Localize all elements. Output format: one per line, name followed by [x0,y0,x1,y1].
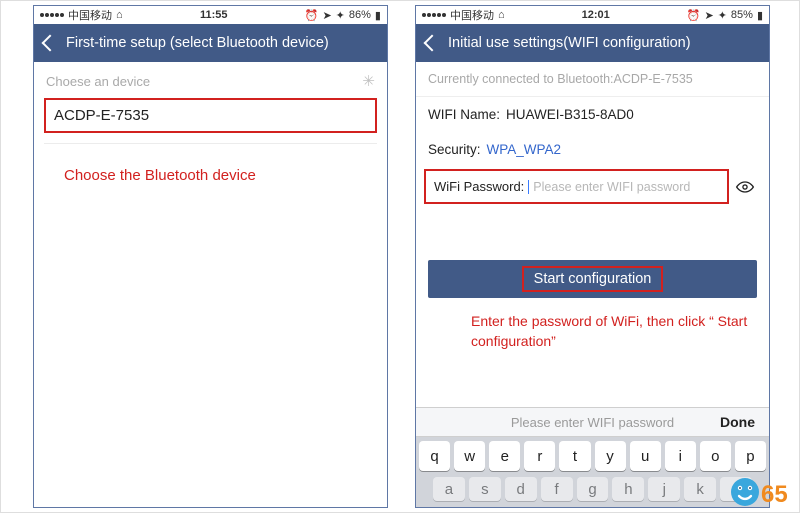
bluetooth-icon: ✦ [336,9,345,22]
key-j[interactable]: j [648,477,680,501]
status-bar: 中国移动 ⌂ 11:55 ⏰ ➤ ✦ 86% ▮ [34,6,387,24]
alarm-icon: ⏰ [687,9,701,22]
key-p[interactable]: p [735,441,766,471]
wifi-password-label: WiFi Password: [434,179,524,194]
page-title: First-time setup (select Bluetooth devic… [66,35,379,51]
key-s[interactable]: s [469,477,501,501]
carrier-label: 中国移动 [450,7,494,23]
clock: 12:01 [582,9,610,21]
header-bar: Initial use settings(WIFI configuration) [416,24,769,62]
start-configuration-label: Start configuration [522,266,664,292]
key-g[interactable]: g [577,477,609,501]
keyboard-placeholder: Please enter WIFI password [511,415,674,430]
security-value[interactable]: WPA_WPA2 [487,142,562,157]
keyboard: Please enter WIFI password Done q w e r … [416,407,769,507]
key-e[interactable]: e [489,441,520,471]
battery-label: 85% [731,9,753,21]
key-q[interactable]: q [419,441,450,471]
signal-icon [40,13,64,17]
annotation-caption: Enter the password of WiFi, then click “… [471,312,755,351]
phone-right: 中国移动 ⌂ 12:01 ⏰ ➤ ✦ 85% ▮ Initial use set… [415,5,770,508]
keyboard-row-2: a s d f g h j k l [419,477,766,501]
key-w[interactable]: w [454,441,485,471]
header-bar: First-time setup (select Bluetooth devic… [34,24,387,62]
device-item[interactable]: ACDP-E-7535 [44,98,377,133]
wifi-icon: ⌂ [116,9,123,21]
location-icon: ➤ [322,9,331,22]
signal-icon [422,13,446,17]
security-row: Security: WPA_WPA2 [416,132,769,167]
key-u[interactable]: u [630,441,661,471]
choose-device-label: Choese an device ✳ [34,62,387,98]
battery-label: 86% [349,9,371,21]
key-i[interactable]: i [665,441,696,471]
key-t[interactable]: t [559,441,590,471]
carrier-label: 中国移动 [68,7,112,23]
key-h[interactable]: h [612,477,644,501]
phone-left: 中国移动 ⌂ 11:55 ⏰ ➤ ✦ 86% ▮ First-time setu… [33,5,388,508]
back-icon[interactable] [424,35,441,52]
keyboard-done-button[interactable]: Done [720,414,755,430]
key-o[interactable]: o [700,441,731,471]
key-a[interactable]: a [433,477,465,501]
decor-icon: ✳ [362,72,375,90]
wifi-name-value: HUAWEI-B315-8AD0 [506,107,634,122]
bluetooth-icon: ✦ [718,9,727,22]
battery-icon: ▮ [375,9,381,22]
connected-info: Currently connected to Bluetooth:ACDP-E-… [416,62,769,97]
wifi-name-row: WIFI Name: HUAWEI-B315-8AD0 [416,97,769,132]
keyboard-row-1: q w e r t y u i o p [419,441,766,471]
status-bar: 中国移动 ⌂ 12:01 ⏰ ➤ ✦ 85% ▮ [416,6,769,24]
key-r[interactable]: r [524,441,555,471]
alarm-icon: ⏰ [305,9,319,22]
security-label: Security: [428,142,481,157]
key-d[interactable]: d [505,477,537,501]
keyboard-accessory: Please enter WIFI password Done [416,407,769,437]
start-configuration-button[interactable]: Start configuration [428,260,757,298]
location-icon: ➤ [704,9,713,22]
key-f[interactable]: f [541,477,573,501]
divider [44,143,377,144]
wifi-password-field[interactable]: WiFi Password: Please enter WIFI passwor… [424,169,729,204]
wifi-password-placeholder: Please enter WIFI password [533,180,690,194]
key-k[interactable]: k [684,477,716,501]
back-icon[interactable] [42,35,59,52]
page-title: Initial use settings(WIFI configuration) [448,35,761,51]
annotation-caption: Choose the Bluetooth device [64,166,369,186]
key-y[interactable]: y [595,441,626,471]
wifi-icon: ⌂ [498,9,505,21]
text-cursor [528,180,529,194]
battery-icon: ▮ [757,9,763,22]
wifi-name-label: WIFI Name: [428,107,500,122]
key-l[interactable]: l [720,477,752,501]
show-password-icon[interactable] [733,175,757,199]
clock: 11:55 [200,9,228,21]
